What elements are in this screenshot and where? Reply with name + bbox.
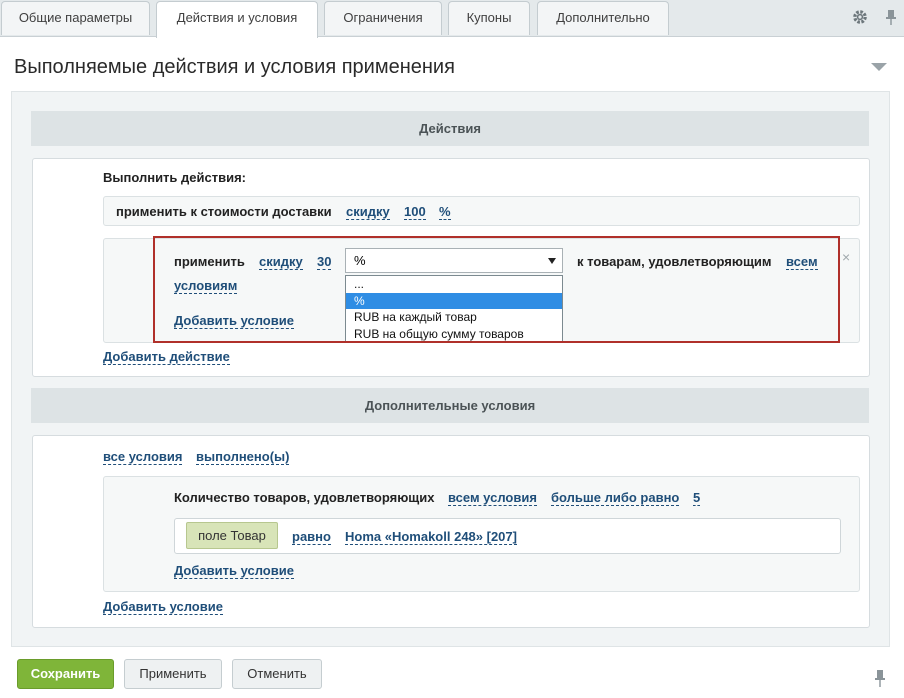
qty-all-conditions-link[interactable]: всем условия [448, 490, 537, 506]
dropdown-arrow-icon [548, 258, 556, 264]
tab-actions-conditions[interactable]: Действия и условия [156, 1, 318, 38]
section-title: Выполняемые действия и условия применени… [14, 56, 455, 78]
all-conditions-link-1[interactable]: всем [786, 254, 818, 270]
equals-link[interactable]: равно [292, 529, 331, 545]
apply-button[interactable]: Применить [124, 659, 222, 689]
gear-icon[interactable] [851, 8, 869, 26]
all-conditions-link-2[interactable]: условиям [174, 278, 238, 294]
delivery-discount-unit-link[interactable]: % [439, 204, 451, 220]
discount-unit-dropdown: ... % RUB на каждый товар RUB на общую с… [345, 275, 563, 343]
delivery-discount-type-link[interactable]: скидку [346, 204, 390, 220]
discount-unit-selected: % [354, 253, 366, 268]
qty-value-link[interactable]: 5 [693, 490, 701, 506]
extra-conditions-header: Дополнительные условия [31, 388, 869, 423]
pin-icon[interactable] [882, 8, 900, 26]
fulfilled-link[interactable]: выполнено(ы) [196, 449, 290, 465]
actions-header: Действия [31, 111, 869, 146]
collapse-arrow-icon[interactable] [871, 63, 887, 71]
goods-discount-type-link[interactable]: скидку [259, 254, 303, 270]
all-conditions-link[interactable]: все условия [103, 449, 183, 465]
save-button[interactable]: Сохранить [17, 659, 114, 689]
add-condition-link-action[interactable]: Добавить условие [174, 313, 294, 329]
dropdown-option[interactable]: ... [346, 276, 562, 293]
goods-apply-text: применить [174, 254, 245, 269]
product-value-link[interactable]: Homa «Homakoll 248» [207] [345, 529, 517, 545]
tab-bar: Общие параметры Действия и условия Огран… [0, 0, 904, 38]
goods-discount-value-link[interactable]: 30 [317, 254, 332, 270]
cancel-button[interactable]: Отменить [232, 659, 322, 689]
qty-comparison-link[interactable]: больше либо равно [551, 490, 680, 506]
delivery-action-text: применить к стоимости доставки [116, 204, 332, 219]
tab-general-params[interactable]: Общие параметры [1, 1, 150, 35]
tab-restrictions[interactable]: Ограничения [324, 1, 442, 35]
add-action-link[interactable]: Добавить действие [103, 349, 230, 365]
pin-icon[interactable] [872, 668, 888, 688]
add-condition-link-inner[interactable]: Добавить условие [174, 563, 294, 579]
qty-condition-text: Количество товаров, удовлетворяющих [174, 490, 435, 505]
delivery-discount-value-link[interactable]: 100 [404, 204, 426, 220]
close-icon[interactable]: × [842, 249, 850, 265]
execute-actions-label: Выполнить действия: [103, 170, 246, 185]
dropdown-option[interactable]: RUB на общую сумму товаров [346, 326, 562, 343]
goods-matching-text: к товарам, удовлетворяющим [577, 254, 772, 269]
dropdown-option[interactable]: RUB на каждый товар [346, 309, 562, 326]
discount-unit-select[interactable]: % [345, 248, 563, 273]
tab-additional[interactable]: Дополнительно [537, 1, 669, 35]
dropdown-option-selected[interactable]: % [346, 292, 562, 309]
add-condition-link-outer[interactable]: Добавить условие [103, 599, 223, 615]
tab-coupons[interactable]: Купоны [448, 1, 530, 35]
product-field-button[interactable]: поле Товар [186, 522, 278, 549]
